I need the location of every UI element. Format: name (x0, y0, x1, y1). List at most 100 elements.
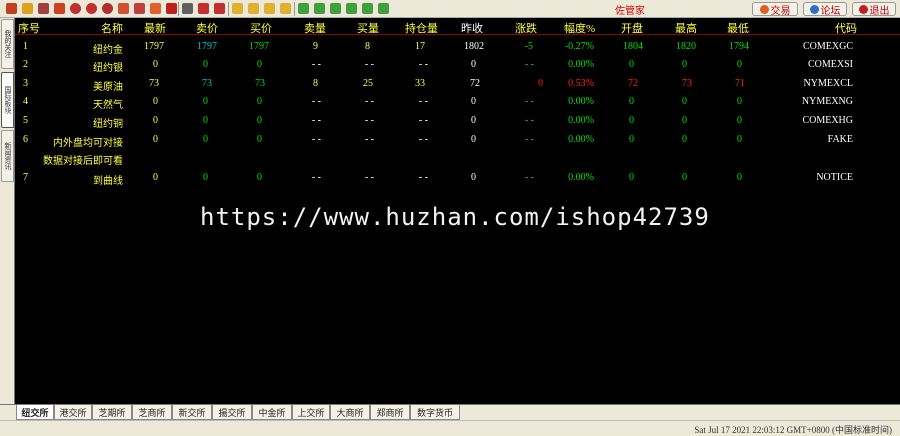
grid-icon[interactable] (182, 3, 193, 14)
cell-code: FAKE (827, 134, 853, 145)
tab-crypto[interactable]: 数字货币 (410, 405, 460, 420)
tab-czce[interactable]: 郑商所 (370, 405, 410, 420)
period-1m-icon[interactable] (298, 3, 309, 14)
forum-button[interactable]: 论坛 (803, 2, 847, 17)
table-row[interactable]: 7 到曲线 0 0 0 - - - - - - 0 - - 0.00% 0 0 … (15, 168, 900, 187)
period-15m-icon[interactable] (330, 3, 341, 14)
toolbar-divider (294, 2, 295, 16)
col-header-open[interactable]: 开盘 (621, 20, 643, 36)
cell-ask: 0 (203, 59, 208, 70)
period-4-icon[interactable] (280, 3, 291, 14)
period-5m-icon[interactable] (314, 3, 325, 14)
cell-bid: 0 (257, 134, 262, 145)
side-tab-news[interactable]: 新闻资讯 (1, 130, 14, 182)
side-tab-watchlist[interactable]: 我的关注 (1, 19, 14, 69)
cell-last: 1797 (144, 41, 164, 52)
trend-icon[interactable] (214, 3, 225, 14)
cell-change-pct: 0.53% (568, 78, 594, 89)
cell-ask: 73 (202, 78, 212, 89)
home-icon[interactable] (6, 3, 17, 14)
table-row[interactable]: 2 纽约银 0 0 0 - - - - - - 0 - - 0.00% 0 0 … (15, 55, 900, 74)
trade-button[interactable]: 交易 (752, 2, 798, 17)
cell-change: - - (524, 115, 534, 126)
cell-change: - - (524, 96, 534, 107)
side-tab-international[interactable]: 国际板块 (1, 72, 14, 128)
col-header-index[interactable]: 序号 (18, 20, 40, 36)
zoom-in-icon[interactable] (70, 3, 81, 14)
cell-index: 1 (23, 41, 28, 52)
edit-icon[interactable] (150, 3, 161, 14)
tab-cme[interactable]: 芝商所 (132, 405, 172, 420)
cell-low: 0 (737, 134, 742, 145)
tab-cbot[interactable]: 芝期所 (92, 405, 132, 420)
line-chart-icon[interactable] (198, 3, 209, 14)
col-header-ask[interactable]: 卖价 (196, 20, 218, 36)
period-2-icon[interactable] (248, 3, 259, 14)
table-row[interactable]: 5 纽约铜 0 0 0 - - - - - - 0 - - 0.00% 0 0 … (15, 111, 900, 130)
table-row[interactable]: 6 内外盘均可对接 0 0 0 - - - - - - 0 - - 0.00% … (15, 130, 900, 149)
col-header-open-interest[interactable]: 持仓量 (405, 20, 438, 36)
cell-open-interest: - - (418, 172, 428, 183)
col-header-bid-vol[interactable]: 买量 (357, 20, 379, 36)
period-3-icon[interactable] (264, 3, 275, 14)
cell-bid-vol: - - (364, 96, 374, 107)
col-header-change[interactable]: 涨跌 (515, 20, 537, 36)
table-row[interactable]: 4 天然气 0 0 0 - - - - - - 0 - - 0.00% 0 0 … (15, 92, 900, 111)
folder-icon[interactable] (22, 3, 33, 14)
zoom-out-icon[interactable] (86, 3, 97, 14)
col-header-name[interactable]: 名称 (101, 20, 123, 36)
list-icon[interactable] (38, 3, 49, 14)
copy-icon[interactable] (118, 3, 129, 14)
cell-last: 0 (153, 134, 158, 145)
col-header-code[interactable]: 代码 (835, 20, 857, 36)
col-header-prev-close[interactable]: 昨收 (461, 20, 483, 36)
tab-nyse[interactable]: 纽交所 (16, 405, 54, 420)
cell-high: 0 (682, 172, 687, 183)
panel-icon[interactable] (54, 3, 65, 14)
tab-sgx[interactable]: 新交所 (172, 405, 212, 420)
cell-ask-vol: 8 (313, 78, 318, 89)
cell-name: 天然气 (93, 100, 123, 111)
side-tab-bar: 我的关注 国际板块 新闻资讯 (0, 18, 15, 408)
tab-hkex[interactable]: 港交所 (54, 405, 92, 420)
cell-low: 0 (737, 59, 742, 70)
cell-ask-vol: - - (311, 96, 321, 107)
cell-last: 73 (149, 78, 159, 89)
table-row[interactable]: 3 美原油 73 73 73 8 25 33 72 0 0.53% 72 73 … (15, 74, 900, 93)
col-header-low[interactable]: 最低 (727, 20, 749, 36)
period-30m-icon[interactable] (346, 3, 357, 14)
period-1-icon[interactable] (232, 3, 243, 14)
top-toolbar: 佐管家 交易 论坛 退出 (0, 0, 900, 18)
tab-shfe[interactable]: 上交所 (292, 405, 330, 420)
chart-icon[interactable] (134, 3, 145, 14)
tab-dce[interactable]: 大商所 (330, 405, 370, 420)
tab-exchange-6[interactable]: 揚交所 (212, 405, 252, 420)
cell-name: 纽约金 (93, 45, 123, 56)
cell-last: 0 (153, 172, 158, 183)
cell-bid: 0 (257, 172, 262, 183)
cell-index: 6 (23, 134, 28, 145)
cell-low: 0 (737, 96, 742, 107)
col-header-change-pct[interactable]: 幅度% (564, 20, 595, 36)
cell-name: 美原油 (93, 82, 123, 93)
cell-high: 73 (682, 78, 692, 89)
cell-ask: 0 (203, 134, 208, 145)
period-60m-icon[interactable] (362, 3, 373, 14)
col-header-last[interactable]: 最新 (144, 20, 166, 36)
col-header-ask-vol[interactable]: 卖量 (304, 20, 326, 36)
exchange-tab-bar: 纽交所 港交所 芝期所 芝商所 新交所 揚交所 中金所 上交所 大商所 郑商所 … (0, 404, 900, 420)
col-header-bid[interactable]: 买价 (250, 20, 272, 36)
cell-open: 0 (629, 115, 634, 126)
col-header-high[interactable]: 最高 (675, 20, 697, 36)
exit-button[interactable]: 退出 (852, 2, 896, 17)
cell-ask: 0 (203, 115, 208, 126)
table-row[interactable]: 数据对接后即可看 (15, 148, 900, 167)
cell-change-pct: 0.00% (568, 96, 594, 107)
cell-open: 0 (629, 59, 634, 70)
period-day-icon[interactable] (378, 3, 389, 14)
search-icon[interactable] (102, 3, 113, 14)
cell-bid: 0 (257, 59, 262, 70)
filter-icon[interactable] (166, 3, 177, 14)
table-row[interactable]: 1 纽约金 1797 1797 1797 9 8 17 1802 -5 -0.2… (15, 37, 900, 56)
tab-cffex[interactable]: 中金所 (252, 405, 292, 420)
